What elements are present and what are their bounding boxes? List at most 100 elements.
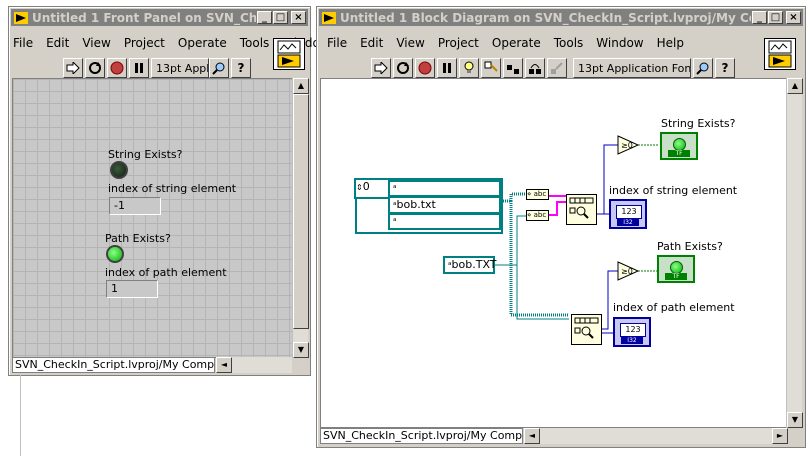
string-to-path-node-2[interactable]: ⋄ abc	[526, 210, 549, 221]
help-icon[interactable]: ?	[231, 58, 251, 78]
search-icon[interactable]	[693, 58, 713, 78]
menu-tools[interactable]: Tools	[554, 36, 584, 50]
run-continuously-icon[interactable]	[85, 58, 105, 78]
path-index-indicator[interactable]: 1	[106, 280, 158, 298]
status-text: SVN_CheckIn_Script.lvproj/My Computer	[12, 357, 215, 373]
labview-icon	[322, 11, 336, 24]
scroll-right-icon[interactable]: ►	[772, 428, 788, 444]
vi-icon[interactable]	[764, 38, 796, 70]
path-exists-label: Path Exists?	[105, 232, 171, 245]
scroll-up-icon[interactable]: ▲	[787, 78, 803, 94]
window-divider	[20, 374, 21, 456]
path-exists-led[interactable]	[106, 245, 124, 263]
greater-equal-zero-node-1[interactable]: ≥0	[617, 135, 639, 155]
menu-tools[interactable]: Tools	[240, 36, 270, 50]
array-element-1-text: bob.txt	[396, 198, 436, 211]
front-panel-vertical-scrollbar[interactable]: ▲ ▼	[292, 78, 309, 358]
pause-icon[interactable]	[437, 58, 457, 78]
block-diagram-window: Untitled 1 Block Diagram on SVN_CheckIn_…	[316, 6, 806, 448]
string-index-indicator[interactable]: -1	[109, 197, 161, 215]
numeric-display: 123	[616, 205, 642, 219]
array-element-0[interactable]: ᵃ	[388, 180, 501, 197]
menu-operate[interactable]: Operate	[492, 36, 541, 50]
string-exists-terminal[interactable]: TF	[660, 132, 698, 160]
step-into-icon[interactable]	[503, 58, 523, 78]
minimize-button[interactable]: _	[257, 11, 272, 24]
greater-equal-zero-node-2[interactable]: ≥0	[617, 261, 639, 281]
array-element-2[interactable]: ᵃ	[388, 213, 501, 230]
window-title: Untitled 1 Block Diagram on SVN_CheckIn_…	[340, 10, 751, 25]
step-out-icon[interactable]	[547, 58, 567, 78]
string-to-path-node-1[interactable]: ⋄ abc	[526, 189, 549, 200]
abort-icon[interactable]	[415, 58, 435, 78]
search-array-node-2[interactable]	[571, 314, 602, 345]
run-continuously-icon[interactable]	[393, 58, 413, 78]
path-wire	[549, 195, 566, 216]
menu-project[interactable]: Project	[124, 36, 165, 50]
toolbar: 13pt Applic ?	[63, 57, 253, 79]
string-exists-terminal-label: String Exists?	[661, 117, 736, 130]
minimize-button[interactable]: _	[752, 11, 767, 24]
abort-icon[interactable]	[107, 58, 127, 78]
step-over-icon[interactable]	[525, 58, 545, 78]
front-panel-canvas[interactable]: String Exists? index of string element -…	[12, 78, 294, 358]
scroll-left-icon[interactable]: ◄	[216, 357, 232, 373]
retain-wire-values-icon[interactable]	[481, 58, 501, 78]
string-index-terminal[interactable]: 123 I32	[609, 199, 647, 229]
path-index-terminal[interactable]: 123 I32	[613, 317, 651, 347]
block-diagram-canvas[interactable]: ⇕0 ᵃ ᵃbob.txt ᵃ ᵃbob.TXT ⋄ abc ⋄ abc ≥0 …	[320, 78, 788, 428]
window-title: Untitled 1 Front Panel on SVN_CheckI...	[32, 10, 256, 25]
font-name: 13pt Applic	[156, 61, 208, 75]
font-selector[interactable]: 13pt Applic	[151, 58, 209, 78]
array-element-1[interactable]: ᵃbob.txt	[388, 196, 501, 214]
status-text: SVN_CheckIn_Script.lvproj/My Computer	[320, 428, 523, 444]
front-panel-titlebar[interactable]: Untitled 1 Front Panel on SVN_CheckI... …	[11, 9, 308, 26]
highlight-execution-icon[interactable]	[459, 58, 479, 78]
maximize-button[interactable]: □	[273, 11, 288, 24]
help-icon[interactable]: ?	[715, 58, 735, 78]
front-panel-window: Untitled 1 Front Panel on SVN_CheckI... …	[8, 6, 330, 376]
search-array-node-1[interactable]	[566, 194, 597, 225]
string-constant[interactable]: ᵃbob.TXT	[443, 256, 497, 274]
scroll-down-icon[interactable]: ▼	[293, 342, 309, 358]
scroll-down-icon[interactable]: ▼	[787, 412, 803, 428]
string-index-label: index of string element	[108, 182, 237, 195]
horizontal-scroll-track[interactable]	[540, 428, 772, 444]
close-button[interactable]: ×	[291, 11, 306, 24]
menu-operate[interactable]: Operate	[178, 36, 227, 50]
run-arrow-icon[interactable]	[371, 58, 391, 78]
menu-view[interactable]: View	[82, 36, 110, 50]
svg-text:≥0: ≥0	[621, 267, 633, 276]
horizontal-scroll-track[interactable]	[232, 357, 292, 373]
menu-view[interactable]: View	[396, 36, 424, 50]
vi-icon[interactable]	[273, 38, 305, 70]
menu-edit[interactable]: Edit	[360, 36, 383, 50]
path-exists-terminal[interactable]: TF	[657, 255, 695, 283]
menu-edit[interactable]: Edit	[46, 36, 69, 50]
menu-file[interactable]: File	[327, 36, 347, 50]
font-name: 13pt Application Font	[578, 61, 691, 75]
array-constant[interactable]: ⇕0 ᵃ ᵃbob.txt ᵃ	[354, 178, 503, 234]
menu-project[interactable]: Project	[438, 36, 479, 50]
pause-icon[interactable]	[129, 58, 149, 78]
path-exists-terminal-label: Path Exists?	[657, 240, 723, 253]
run-arrow-icon[interactable]	[63, 58, 83, 78]
menu-window[interactable]: Window	[596, 36, 643, 50]
search-icon[interactable]	[209, 58, 229, 78]
array-index-box[interactable]: ⇕0	[354, 178, 390, 199]
font-selector[interactable]: 13pt Application Font	[573, 58, 691, 78]
close-button[interactable]: ×	[786, 11, 801, 24]
block-diagram-vertical-scrollbar[interactable]: ▲ ▼	[786, 78, 803, 428]
scroll-left-icon[interactable]: ◄	[524, 428, 540, 444]
scroll-thumb[interactable]	[293, 94, 309, 329]
menu-bar: File Edit View Project Operate Tools Win…	[327, 36, 697, 50]
front-panel-statusbar: SVN_CheckIn_Script.lvproj/My Computer ◄	[12, 357, 292, 373]
menu-help[interactable]: Help	[657, 36, 684, 50]
path-index-terminal-label: index of path element	[613, 301, 735, 314]
string-constant-text: bob.TXT	[451, 258, 497, 271]
string-exists-led[interactable]	[110, 161, 128, 179]
menu-file[interactable]: File	[13, 36, 33, 50]
maximize-button[interactable]: □	[768, 11, 783, 24]
block-diagram-titlebar[interactable]: Untitled 1 Block Diagram on SVN_CheckIn_…	[319, 9, 803, 26]
scroll-up-icon[interactable]: ▲	[293, 78, 309, 94]
